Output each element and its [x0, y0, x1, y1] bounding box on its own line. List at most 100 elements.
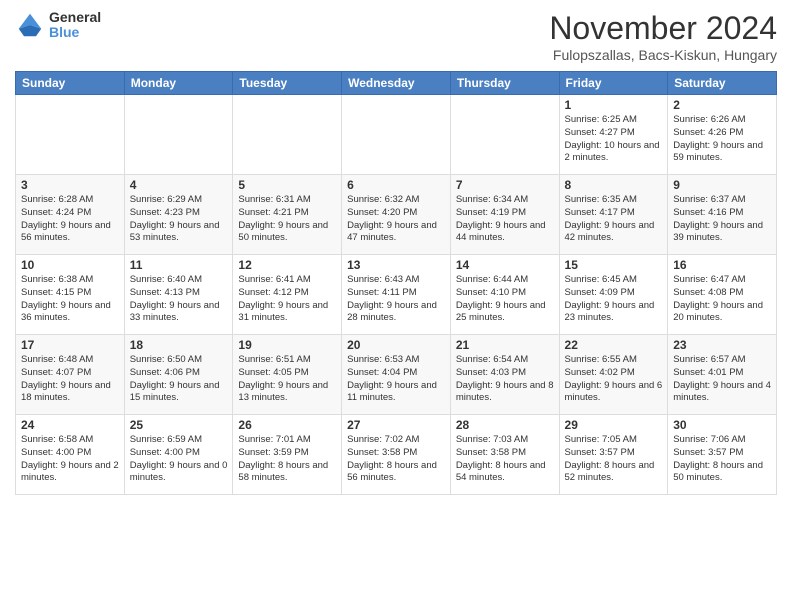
day-info-0-5: Sunrise: 6:25 AM Sunset: 4:27 PM Dayligh…: [565, 114, 663, 165]
cell-3-4: 21Sunrise: 6:54 AM Sunset: 4:03 PM Dayli…: [450, 335, 559, 415]
day-number-2-0: 10: [21, 258, 119, 272]
day-number-4-6: 30: [673, 418, 771, 432]
day-number-3-4: 21: [456, 338, 554, 352]
cell-1-4: 7 Sunrise: 6:34 AM Sunset: 4:19 PM Daylig…: [450, 175, 559, 255]
cell-4-0: 24 Sunrise: 6:58 AM Sunset: 4:00 PM Dayli…: [16, 415, 125, 495]
cell-3-1: 18 Sunrise: 6:50 AM Sunset: 4:06 PM Dayli…: [124, 335, 233, 415]
day-number-1-3: 6: [347, 178, 445, 192]
cell-4-1: 25 Sunrise: 6:59 AM Sunset: 4:00 PM Dayli…: [124, 415, 233, 495]
cell-0-3: [342, 95, 451, 175]
logo-blue: Blue: [49, 25, 101, 40]
day-info-3-5: Sunrise: 6:55 AM Sunset: 4:02 PM Dayligh…: [565, 354, 663, 405]
cell-0-5: 1 Sunrise: 6:25 AM Sunset: 4:27 PM Daylig…: [559, 95, 668, 175]
day-number-1-0: 3: [21, 178, 119, 192]
day-number-2-2: 12: [238, 258, 336, 272]
cell-4-4: 28 Sunrise: 7:03 AM Sunset: 3:58 PM Dayli…: [450, 415, 559, 495]
cell-1-5: 8 Sunrise: 6:35 AM Sunset: 4:17 PM Daylig…: [559, 175, 668, 255]
day-info-1-6: Sunrise: 6:37 AM Sunset: 4:16 PM Dayligh…: [673, 194, 771, 245]
week-row-0: 1 Sunrise: 6:25 AM Sunset: 4:27 PM Daylig…: [16, 95, 777, 175]
week-row-1: 3 Sunrise: 6:28 AM Sunset: 4:24 PM Daylig…: [16, 175, 777, 255]
day-info-3-0: Sunrise: 6:48 AM Sunset: 4:07 PM Dayligh…: [21, 354, 119, 405]
day-number-4-1: 25: [130, 418, 228, 432]
day-info-1-4: Sunrise: 6:34 AM Sunset: 4:19 PM Dayligh…: [456, 194, 554, 245]
week-row-3: 17 Sunrise: 6:48 AM Sunset: 4:07 PM Dayli…: [16, 335, 777, 415]
logo-general: General: [49, 10, 101, 25]
day-info-4-2: Sunrise: 7:01 AM Sunset: 3:59 PM Dayligh…: [238, 434, 336, 485]
day-info-2-2: Sunrise: 6:41 AM Sunset: 4:12 PM Dayligh…: [238, 274, 336, 325]
week-row-2: 10 Sunrise: 6:38 AM Sunset: 4:15 PM Dayli…: [16, 255, 777, 335]
day-number-1-4: 7: [456, 178, 554, 192]
day-number-2-1: 11: [130, 258, 228, 272]
day-info-3-3: Sunrise: 6:53 AM Sunset: 4:04 PM Dayligh…: [347, 354, 445, 405]
day-info-2-4: Sunrise: 6:44 AM Sunset: 4:10 PM Dayligh…: [456, 274, 554, 325]
cell-4-6: 30Sunrise: 7:06 AM Sunset: 3:57 PM Dayli…: [668, 415, 777, 495]
day-number-4-0: 24: [21, 418, 119, 432]
header-monday: Monday: [124, 72, 233, 95]
cell-2-0: 10 Sunrise: 6:38 AM Sunset: 4:15 PM Dayli…: [16, 255, 125, 335]
week-row-4: 24 Sunrise: 6:58 AM Sunset: 4:00 PM Dayli…: [16, 415, 777, 495]
day-info-1-1: Sunrise: 6:29 AM Sunset: 4:23 PM Dayligh…: [130, 194, 228, 245]
header-wednesday: Wednesday: [342, 72, 451, 95]
cell-4-2: 26 Sunrise: 7:01 AM Sunset: 3:59 PM Dayli…: [233, 415, 342, 495]
logo: General Blue: [15, 10, 101, 41]
day-info-2-0: Sunrise: 6:38 AM Sunset: 4:15 PM Dayligh…: [21, 274, 119, 325]
day-number-0-6: 2: [673, 98, 771, 112]
calendar: Sunday Monday Tuesday Wednesday Thursday…: [15, 71, 777, 495]
logo-icon: [15, 10, 45, 40]
cell-0-0: [16, 95, 125, 175]
cell-4-3: 27 Sunrise: 7:02 AM Sunset: 3:58 PM Dayli…: [342, 415, 451, 495]
day-number-4-2: 26: [238, 418, 336, 432]
day-info-2-6: Sunrise: 6:47 AM Sunset: 4:08 PM Dayligh…: [673, 274, 771, 325]
header: General Blue November 2024 Fulopszallas,…: [15, 10, 777, 63]
cell-3-2: 19Sunrise: 6:51 AM Sunset: 4:05 PM Dayli…: [233, 335, 342, 415]
cell-2-2: 12 Sunrise: 6:41 AM Sunset: 4:12 PM Dayli…: [233, 255, 342, 335]
day-number-4-3: 27: [347, 418, 445, 432]
day-number-3-0: 17: [21, 338, 119, 352]
cell-0-4: [450, 95, 559, 175]
day-info-1-5: Sunrise: 6:35 AM Sunset: 4:17 PM Dayligh…: [565, 194, 663, 245]
day-number-1-6: 9: [673, 178, 771, 192]
cell-3-3: 20 Sunrise: 6:53 AM Sunset: 4:04 PM Dayli…: [342, 335, 451, 415]
day-info-4-0: Sunrise: 6:58 AM Sunset: 4:00 PM Dayligh…: [21, 434, 119, 485]
day-number-0-5: 1: [565, 98, 663, 112]
day-number-3-3: 20: [347, 338, 445, 352]
day-number-3-1: 18: [130, 338, 228, 352]
day-number-4-4: 28: [456, 418, 554, 432]
day-info-4-3: Sunrise: 7:02 AM Sunset: 3:58 PM Dayligh…: [347, 434, 445, 485]
day-info-3-1: Sunrise: 6:50 AM Sunset: 4:06 PM Dayligh…: [130, 354, 228, 405]
cell-2-4: 14 Sunrise: 6:44 AM Sunset: 4:10 PM Dayli…: [450, 255, 559, 335]
header-thursday: Thursday: [450, 72, 559, 95]
day-number-1-2: 5: [238, 178, 336, 192]
day-number-2-6: 16: [673, 258, 771, 272]
day-number-2-4: 14: [456, 258, 554, 272]
cell-2-5: 15 Sunrise: 6:45 AM Sunset: 4:09 PM Dayli…: [559, 255, 668, 335]
day-number-3-6: 23: [673, 338, 771, 352]
cell-1-2: 5Sunrise: 6:31 AM Sunset: 4:21 PM Daylig…: [233, 175, 342, 255]
day-info-4-1: Sunrise: 6:59 AM Sunset: 4:00 PM Dayligh…: [130, 434, 228, 485]
day-info-4-4: Sunrise: 7:03 AM Sunset: 3:58 PM Dayligh…: [456, 434, 554, 485]
month-title: November 2024: [549, 10, 777, 47]
day-number-1-5: 8: [565, 178, 663, 192]
header-saturday: Saturday: [668, 72, 777, 95]
day-info-3-2: Sunrise: 6:51 AM Sunset: 4:05 PM Dayligh…: [238, 354, 336, 405]
cell-0-6: 2 Sunrise: 6:26 AM Sunset: 4:26 PM Daylig…: [668, 95, 777, 175]
day-info-2-5: Sunrise: 6:45 AM Sunset: 4:09 PM Dayligh…: [565, 274, 663, 325]
day-number-4-5: 29: [565, 418, 663, 432]
day-number-2-3: 13: [347, 258, 445, 272]
header-sunday: Sunday: [16, 72, 125, 95]
cell-3-0: 17 Sunrise: 6:48 AM Sunset: 4:07 PM Dayli…: [16, 335, 125, 415]
header-tuesday: Tuesday: [233, 72, 342, 95]
cell-0-2: [233, 95, 342, 175]
header-friday: Friday: [559, 72, 668, 95]
cell-2-1: 11Sunrise: 6:40 AM Sunset: 4:13 PM Dayli…: [124, 255, 233, 335]
day-info-4-5: Sunrise: 7:05 AM Sunset: 3:57 PM Dayligh…: [565, 434, 663, 485]
calendar-header-row: Sunday Monday Tuesday Wednesday Thursday…: [16, 72, 777, 95]
cell-1-1: 4Sunrise: 6:29 AM Sunset: 4:23 PM Daylig…: [124, 175, 233, 255]
day-number-2-5: 15: [565, 258, 663, 272]
cell-3-5: 22Sunrise: 6:55 AM Sunset: 4:02 PM Dayli…: [559, 335, 668, 415]
title-section: November 2024 Fulopszallas, Bacs-Kiskun,…: [549, 10, 777, 63]
day-info-0-6: Sunrise: 6:26 AM Sunset: 4:26 PM Dayligh…: [673, 114, 771, 165]
day-info-1-0: Sunrise: 6:28 AM Sunset: 4:24 PM Dayligh…: [21, 194, 119, 245]
cell-1-3: 6Sunrise: 6:32 AM Sunset: 4:20 PM Daylig…: [342, 175, 451, 255]
cell-2-6: 16 Sunrise: 6:47 AM Sunset: 4:08 PM Dayli…: [668, 255, 777, 335]
